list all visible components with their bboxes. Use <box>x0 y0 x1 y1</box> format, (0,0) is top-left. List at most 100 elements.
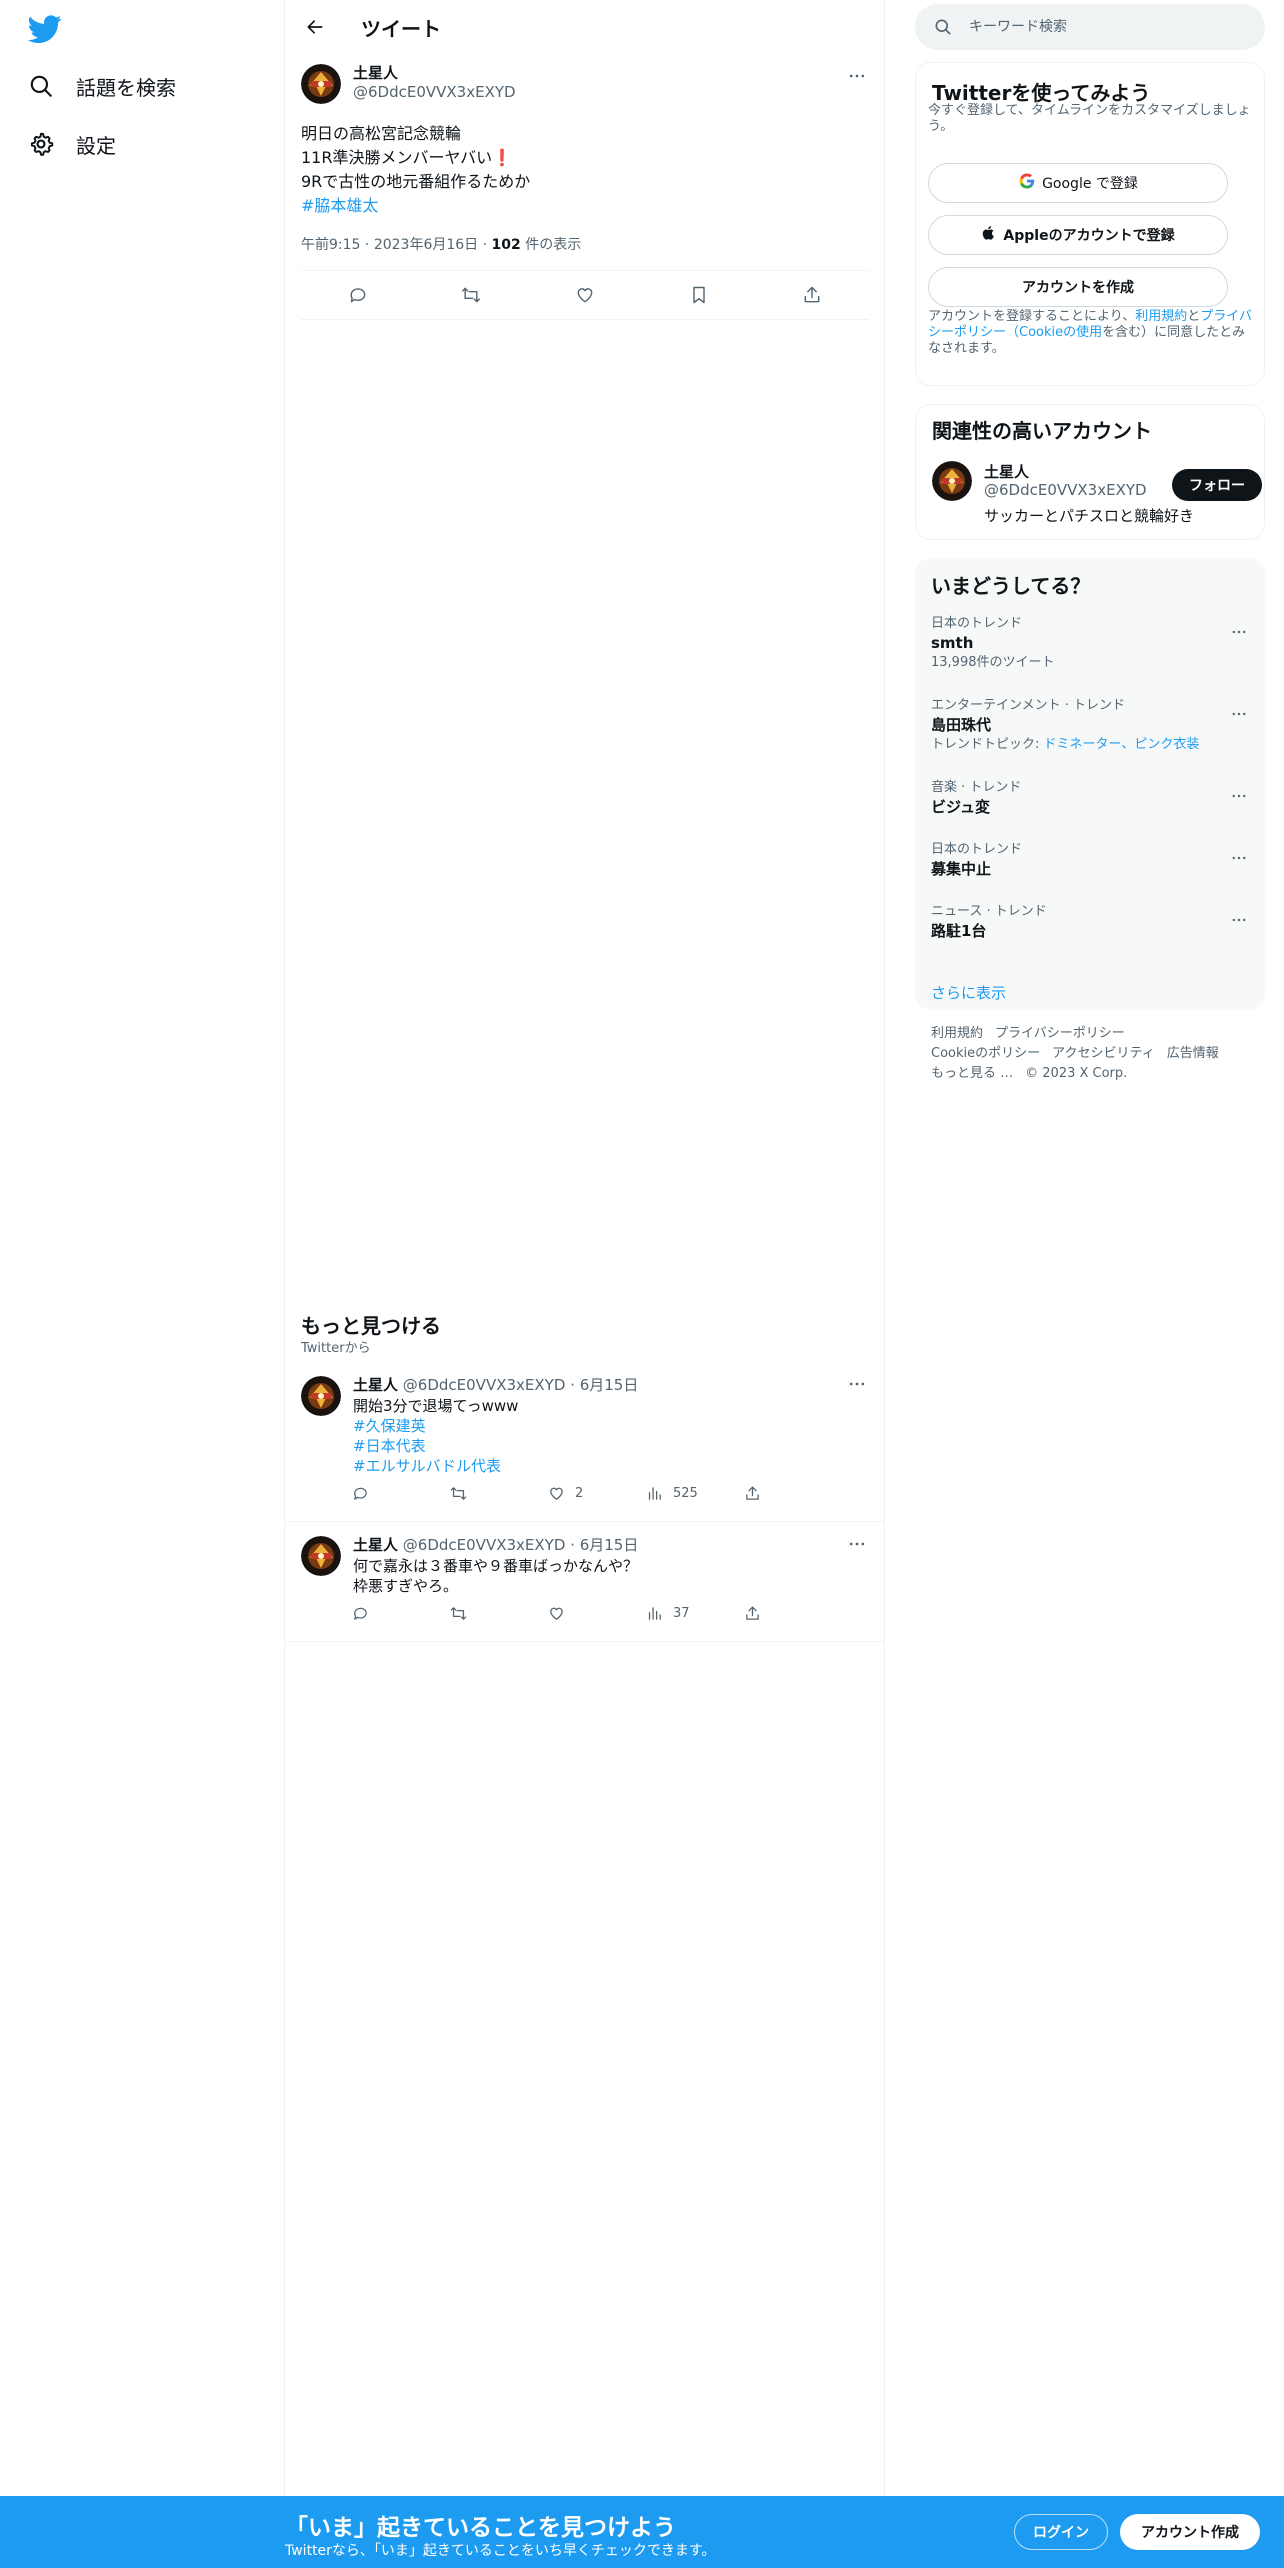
terms-link[interactable]: 利用規約 <box>1135 309 1187 324</box>
reply-icon <box>345 1478 375 1508</box>
tweet-time[interactable]: 午前9:15 <box>301 237 360 253</box>
create-account-button[interactable]: アカウントを作成 <box>928 267 1228 307</box>
tweet-card[interactable]: 土星人 @6DdcE0VVX3xEXYD · 6月15日 何で嘉永は３番車や９番… <box>285 1522 885 1642</box>
views-count: 102 <box>491 237 521 253</box>
bottom-bar-subtitle: Twitterなら、「いま」起きていることをいち早くチェックできます。 <box>285 2543 716 2559</box>
more-options-icon[interactable] <box>845 1532 869 1556</box>
search-icon <box>26 71 56 101</box>
analytics-icon <box>639 1478 669 1508</box>
trend-name: 島田珠代 <box>931 716 992 734</box>
views-count: 37 <box>673 1605 690 1621</box>
avatar[interactable] <box>301 1376 341 1416</box>
more-options-icon[interactable] <box>1227 620 1251 644</box>
reply-icon[interactable] <box>341 278 375 312</box>
tweet-text: 明日の高松宮記念競輪 11R準決勝メンバーヤバい❗️ 9Rで古性の地元番組作るた… <box>301 122 530 218</box>
login-button[interactable]: ログイン <box>1014 2514 1108 2550</box>
footer-link[interactable]: 利用規約 <box>931 1026 983 1041</box>
copyright: © 2023 X Corp. <box>1025 1066 1128 1081</box>
trend-item[interactable]: エンターテインメント · トレンド 島田珠代 トレンドトピック: ドミネーター、… <box>931 698 1251 754</box>
reply-button[interactable] <box>345 1598 443 1628</box>
more-options-icon[interactable] <box>1227 846 1251 870</box>
tweet-date[interactable]: 2023年6月16日 <box>374 237 478 253</box>
legal-notice: アカウントを登録することにより、利用規約とプライバシーポリシー（Cookieの使… <box>928 309 1254 357</box>
trend-context: 日本のトレンド <box>931 616 1023 631</box>
left-navigation: 話題を検索 設定 <box>0 0 285 2568</box>
share-button[interactable] <box>737 1598 835 1628</box>
author-handle: @6DdcE0VVX3xEXYD <box>353 83 516 101</box>
share-button[interactable] <box>737 1478 835 1508</box>
hashtag-link[interactable]: #脇本雄太 <box>301 194 530 218</box>
google-signup-button[interactable]: Google で登録 <box>928 163 1228 203</box>
trend-topics-label: トレンドトピック: <box>931 737 1044 752</box>
trend-item[interactable]: 音楽 · トレンド ビジュ変 <box>931 780 1251 818</box>
account-name: 土星人 <box>984 463 1030 481</box>
like-button[interactable] <box>541 1598 639 1628</box>
author-name[interactable]: 土星人 <box>353 1536 398 1554</box>
trend-item[interactable]: 日本のトレンド smth 13,998件のツイート <box>931 616 1251 672</box>
bottom-bar-title: 「いま」起きていることを見つけよう <box>285 2515 676 2541</box>
tweet-card[interactable]: 土星人 @6DdcE0VVX3xEXYD · 6月15日 開始3分で退場てっww… <box>285 1362 885 1522</box>
footer-link[interactable]: プライバシーポリシー <box>995 1026 1125 1041</box>
more-options-icon[interactable] <box>1227 702 1251 726</box>
nav-settings[interactable]: 設定 <box>26 122 116 166</box>
tweet-author[interactable]: 土星人 @6DdcE0VVX3xEXYD <box>301 64 516 104</box>
more-options-icon[interactable] <box>845 1372 869 1396</box>
signup-button[interactable]: アカウント作成 <box>1120 2514 1260 2550</box>
apple-signup-button[interactable]: Appleのアカウントで登録 <box>928 215 1228 255</box>
share-icon <box>737 1478 767 1508</box>
twitter-bird-icon[interactable] <box>27 12 62 46</box>
bookmark-icon[interactable] <box>682 278 716 312</box>
search-input[interactable] <box>969 19 1239 35</box>
tweet-line: 明日の高松宮記念競輪 <box>301 124 462 143</box>
card-actions: 2 525 <box>345 1478 835 1508</box>
footer-link[interactable]: Cookieのポリシー <box>931 1046 1040 1061</box>
retweet-button[interactable] <box>443 1478 541 1508</box>
tweet-metadata: 午前9:15 · 2023年6月16日 · 102 件の表示 <box>301 237 582 253</box>
follow-button[interactable]: フォロー <box>1172 469 1262 501</box>
footer-link[interactable]: もっと見る … <box>931 1066 1013 1081</box>
like-icon[interactable] <box>568 278 602 312</box>
hashtag-link[interactable]: #日本代表 <box>353 1436 518 1456</box>
back-button[interactable] <box>297 9 333 45</box>
hashtag-link[interactable]: #エルサルバドル代表 <box>353 1456 518 1476</box>
section-title: もっと見つける <box>301 1314 441 1338</box>
avatar[interactable] <box>301 64 341 104</box>
like-button[interactable]: 2 <box>541 1478 639 1508</box>
reply-button[interactable] <box>345 1478 443 1508</box>
section-subtitle: Twitterから <box>301 1341 371 1356</box>
trend-name: 募集中止 <box>931 860 992 878</box>
search-bar[interactable] <box>915 4 1265 50</box>
trend-context: 日本のトレンド <box>931 842 1023 857</box>
trend-context: エンターテインメント · トレンド <box>931 698 1126 713</box>
signup-subtitle: 今すぐ登録して、タイムラインをカスタマイズしましょう。 <box>928 103 1251 134</box>
views-button[interactable]: 37 <box>639 1598 737 1628</box>
account-bio: サッカーとパチスロと競輪好き <box>984 507 1195 525</box>
share-icon[interactable] <box>795 278 829 312</box>
card-date[interactable]: 6月15日 <box>580 1536 639 1554</box>
show-more-link[interactable]: さらに表示 <box>931 982 1006 1003</box>
card-header: 土星人 @6DdcE0VVX3xEXYD · 6月15日 <box>353 1536 639 1554</box>
more-options-icon[interactable] <box>1227 784 1251 808</box>
card-date[interactable]: 6月15日 <box>580 1376 639 1394</box>
trend-topic-links[interactable]: ドミネーター、ピンク衣装 <box>1044 737 1200 752</box>
account-handle: @6DdcE0VVX3xEXYD <box>984 481 1147 499</box>
card-text: 何で嘉永は３番車や９番車ばっかなんや？ 枠悪すぎやろ。 <box>353 1556 638 1596</box>
trend-item[interactable]: ニュース · トレンド 路駐1台 <box>931 904 1251 942</box>
retweet-icon <box>443 1598 473 1628</box>
footer-link[interactable]: アクセシビリティ <box>1052 1046 1155 1061</box>
views-button[interactable]: 525 <box>639 1478 737 1508</box>
trend-item[interactable]: 日本のトレンド 募集中止 <box>931 842 1251 880</box>
author-name: 土星人 <box>353 64 399 82</box>
more-options-icon[interactable] <box>845 64 869 88</box>
retweet-button[interactable] <box>443 1598 541 1628</box>
avatar[interactable] <box>932 461 972 501</box>
hashtag-link[interactable]: #久保建英 <box>353 1416 518 1436</box>
footer-link[interactable]: 広告情報 <box>1167 1046 1219 1061</box>
avatar[interactable] <box>301 1536 341 1576</box>
more-options-icon[interactable] <box>1227 908 1251 932</box>
signup-title: Twitterを使ってみよう <box>932 81 1151 105</box>
retweet-icon[interactable] <box>454 278 488 312</box>
author-name[interactable]: 土星人 <box>353 1376 398 1394</box>
google-icon <box>1018 172 1036 194</box>
nav-explore[interactable]: 話題を検索 <box>26 64 176 108</box>
